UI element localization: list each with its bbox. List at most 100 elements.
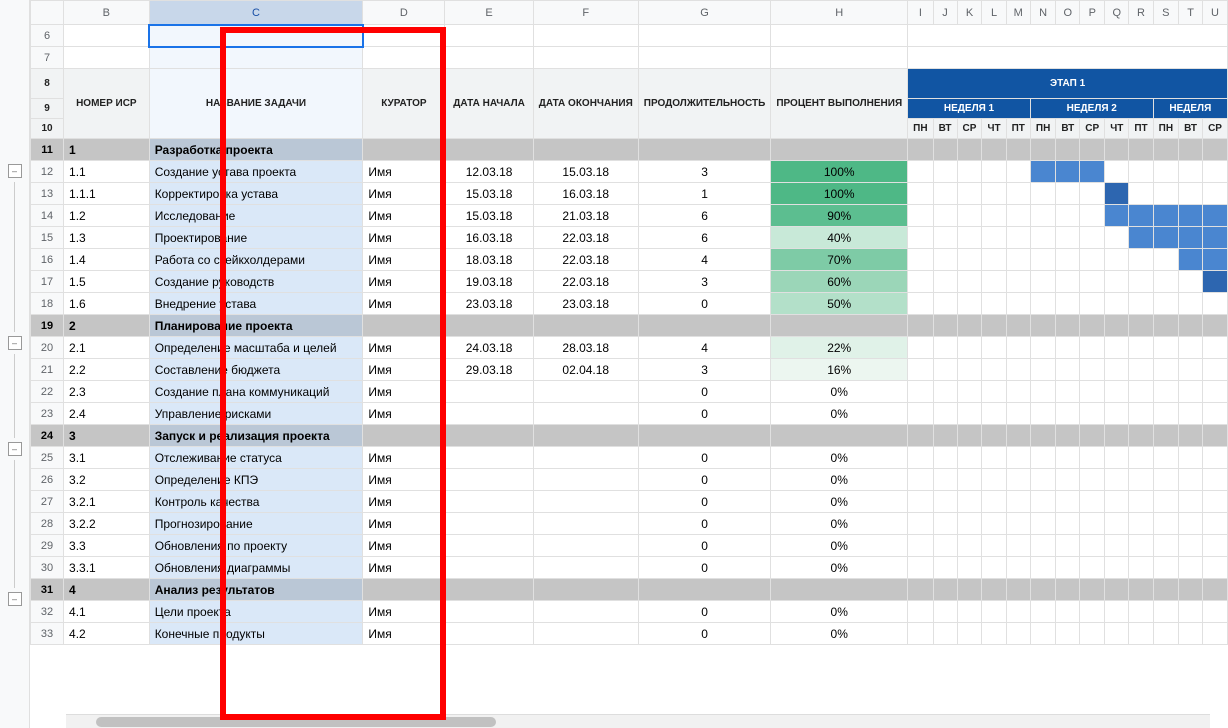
cell-end[interactable] — [533, 513, 638, 535]
gantt-cell[interactable] — [1030, 183, 1055, 205]
gantt-cell[interactable] — [1105, 381, 1129, 403]
gantt-cell[interactable] — [1006, 249, 1030, 271]
cell-duration[interactable]: 0 — [638, 403, 771, 425]
gantt-cell[interactable] — [1153, 205, 1178, 227]
cell-end[interactable] — [533, 447, 638, 469]
cell-duration[interactable]: 0 — [638, 601, 771, 623]
cell-start[interactable]: 23.03.18 — [445, 293, 533, 315]
gantt-cell[interactable] — [1080, 535, 1105, 557]
gantt-cell[interactable] — [1203, 623, 1228, 645]
col-header-P[interactable]: P — [1080, 1, 1105, 25]
row-header[interactable]: 20 — [31, 337, 64, 359]
cell-task[interactable]: Проектирование — [149, 227, 363, 249]
gantt-cell[interactable] — [1153, 535, 1178, 557]
gantt-cell[interactable] — [1006, 557, 1030, 579]
gantt-cell[interactable] — [1153, 183, 1178, 205]
gantt-cell[interactable] — [1056, 469, 1080, 491]
gantt-cell[interactable] — [908, 337, 933, 359]
gantt-cell[interactable] — [933, 293, 957, 315]
col-header-C[interactable]: C — [149, 1, 363, 25]
gantt-cell[interactable] — [1203, 249, 1228, 271]
gantt-cell[interactable] — [957, 337, 982, 359]
cell-duration[interactable]: 3 — [638, 359, 771, 381]
gantt-cell[interactable] — [1105, 161, 1129, 183]
cell-wbs[interactable]: 3.3 — [64, 535, 150, 557]
gantt-cell[interactable] — [1203, 469, 1228, 491]
gantt-cell[interactable] — [933, 601, 957, 623]
gantt-cell[interactable] — [957, 601, 982, 623]
cell-start[interactable] — [445, 381, 533, 403]
gantt-cell[interactable] — [957, 469, 982, 491]
cell-start[interactable] — [445, 513, 533, 535]
col-header-Q[interactable]: Q — [1105, 1, 1129, 25]
cell-duration[interactable]: 6 — [638, 205, 771, 227]
cell-start[interactable] — [445, 535, 533, 557]
col-header-G[interactable]: G — [638, 1, 771, 25]
task-row[interactable]: 151.3ПроектированиеИмя16.03.1822.03.1864… — [31, 227, 1228, 249]
gantt-cell[interactable] — [1203, 161, 1228, 183]
gantt-cell[interactable] — [1129, 557, 1153, 579]
gantt-cell[interactable] — [982, 403, 1006, 425]
col-header-B[interactable]: B — [64, 1, 150, 25]
cell-start[interactable] — [445, 557, 533, 579]
gantt-cell[interactable] — [1153, 271, 1178, 293]
gantt-cell[interactable] — [957, 293, 982, 315]
cell-pct[interactable]: 100% — [771, 183, 908, 205]
gantt-cell[interactable] — [1030, 403, 1055, 425]
col-header-E[interactable]: E — [445, 1, 533, 25]
gantt-cell[interactable] — [1006, 183, 1030, 205]
cell-owner[interactable]: Имя — [363, 293, 445, 315]
gantt-cell[interactable] — [957, 205, 982, 227]
cell-task[interactable]: Работа со стейкхолдерами — [149, 249, 363, 271]
cell-start[interactable]: 19.03.18 — [445, 271, 533, 293]
cell-task[interactable]: Исследование — [149, 205, 363, 227]
cell-end[interactable]: 22.03.18 — [533, 271, 638, 293]
task-row[interactable]: 131.1.1Корректировка уставаИмя15.03.1816… — [31, 183, 1228, 205]
gantt-cell[interactable] — [1006, 447, 1030, 469]
gantt-cell[interactable] — [1056, 249, 1080, 271]
gantt-cell[interactable] — [1080, 205, 1105, 227]
gantt-cell[interactable] — [1056, 535, 1080, 557]
row-header[interactable]: 23 — [31, 403, 64, 425]
gantt-cell[interactable] — [1080, 469, 1105, 491]
task-row[interactable]: 324.1Цели проектаИмя00% — [31, 601, 1228, 623]
cell-owner[interactable]: Имя — [363, 491, 445, 513]
gantt-cell[interactable] — [957, 491, 982, 513]
cell-owner[interactable]: Имя — [363, 249, 445, 271]
gantt-cell[interactable] — [1056, 447, 1080, 469]
gantt-cell[interactable] — [908, 205, 933, 227]
cell-task[interactable]: Отслеживание статуса — [149, 447, 363, 469]
gantt-cell[interactable] — [982, 557, 1006, 579]
cell-owner[interactable]: Имя — [363, 161, 445, 183]
col-header-L[interactable]: L — [982, 1, 1006, 25]
gantt-cell[interactable] — [1179, 293, 1203, 315]
cell-task[interactable]: Планирование проекта — [149, 315, 363, 337]
gantt-cell[interactable] — [1006, 535, 1030, 557]
cell-wbs[interactable]: 2.2 — [64, 359, 150, 381]
gantt-cell[interactable] — [1080, 403, 1105, 425]
gantt-cell[interactable] — [1056, 557, 1080, 579]
cell-owner[interactable]: Имя — [363, 623, 445, 645]
gantt-cell[interactable] — [1056, 227, 1080, 249]
gantt-cell[interactable] — [1080, 623, 1105, 645]
gantt-cell[interactable] — [1056, 359, 1080, 381]
gantt-cell[interactable] — [1129, 447, 1153, 469]
cell-task[interactable]: Определение КПЭ — [149, 469, 363, 491]
gantt-cell[interactable] — [957, 359, 982, 381]
gantt-cell[interactable] — [982, 491, 1006, 513]
gantt-cell[interactable] — [982, 271, 1006, 293]
gantt-cell[interactable] — [1179, 557, 1203, 579]
cell-start[interactable]: 29.03.18 — [445, 359, 533, 381]
gantt-cell[interactable] — [1179, 535, 1203, 557]
gantt-cell[interactable] — [933, 249, 957, 271]
gantt-cell[interactable] — [982, 513, 1006, 535]
cell-wbs[interactable]: 1.6 — [64, 293, 150, 315]
gantt-cell[interactable] — [982, 469, 1006, 491]
row-header[interactable]: 11 — [31, 139, 64, 161]
gantt-cell[interactable] — [1030, 469, 1055, 491]
cell-owner[interactable]: Имя — [363, 381, 445, 403]
cell-owner[interactable]: Имя — [363, 557, 445, 579]
gantt-cell[interactable] — [1006, 623, 1030, 645]
cell-duration[interactable]: 0 — [638, 293, 771, 315]
task-row[interactable]: 202.1Определение масштаба и целейИмя24.0… — [31, 337, 1228, 359]
